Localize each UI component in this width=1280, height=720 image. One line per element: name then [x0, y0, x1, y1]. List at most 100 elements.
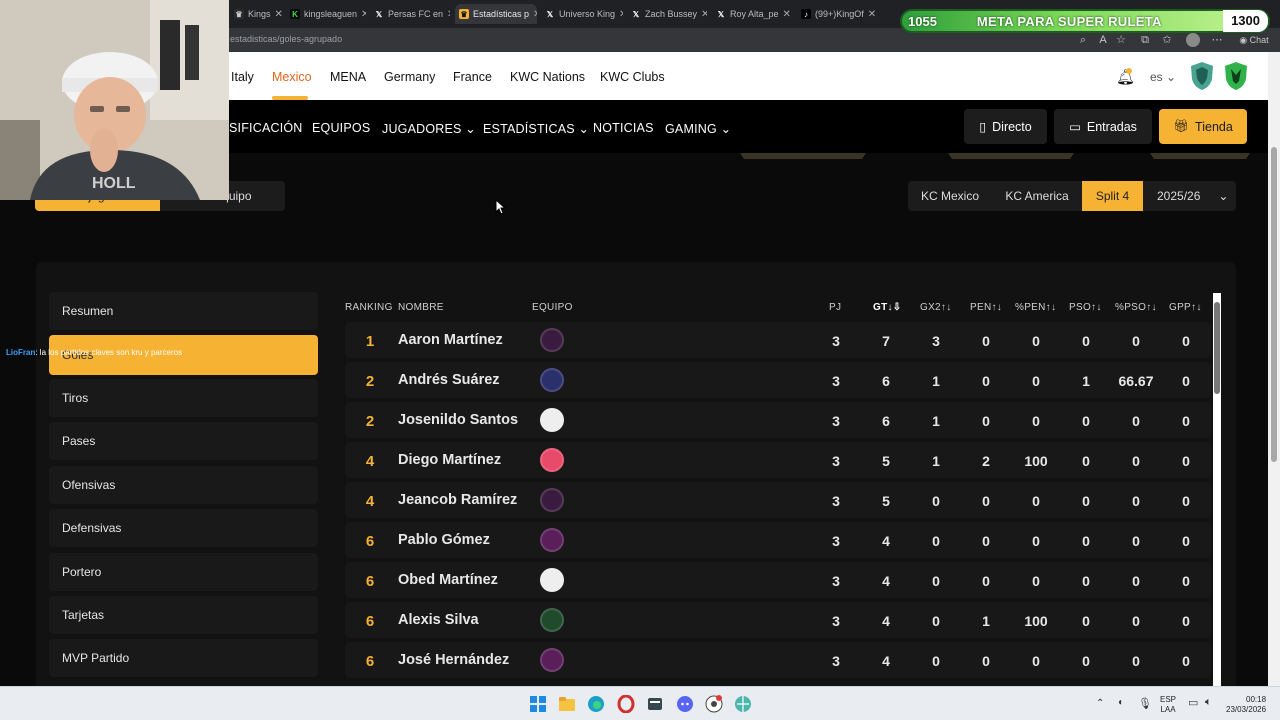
nav-mena[interactable]: MENA: [330, 70, 366, 84]
player-name[interactable]: Josenildo Santos: [398, 412, 518, 428]
profile-avatar[interactable]: [1186, 33, 1200, 47]
close-icon[interactable]: ✕: [697, 9, 707, 20]
player-name[interactable]: Andrés Suárez: [398, 372, 500, 388]
close-icon[interactable]: ✕: [779, 9, 791, 20]
app-icon[interactable]: [646, 695, 664, 713]
player-name[interactable]: José Hernández: [398, 652, 509, 668]
close-icon[interactable]: ✕: [443, 9, 450, 20]
browser-tab[interactable]: ♪ (99+)KingOf ✕: [797, 4, 877, 24]
sidebar-item-tarjetas[interactable]: Tarjetas: [49, 596, 318, 634]
sidebar-item-portero[interactable]: Portero: [49, 553, 318, 591]
extensions-icon[interactable]: ⧉: [1138, 33, 1152, 47]
discord-icon[interactable]: [676, 695, 694, 713]
player-name[interactable]: Jeancob Ramírez: [398, 492, 517, 508]
close-icon[interactable]: ✕: [271, 9, 282, 20]
table-row[interactable]: 6 Alexis Silva 3 4 0 1 100 0 0 0: [345, 602, 1211, 638]
nav-germany[interactable]: Germany: [384, 70, 435, 84]
network-app-icon[interactable]: [734, 695, 752, 713]
input-language[interactable]: ESP LAA: [1160, 695, 1176, 715]
zoom-icon[interactable]: ⌕: [1076, 33, 1090, 47]
obs-icon[interactable]: [705, 695, 723, 713]
close-icon[interactable]: ✕: [529, 9, 537, 20]
nav-clasificacion[interactable]: SIFICACIÓN: [229, 121, 303, 135]
filter-split[interactable]: Split 4: [1082, 181, 1143, 211]
team-crest-icon[interactable]: [540, 408, 564, 432]
browser-tab[interactable]: ♛ Kings ✕: [230, 4, 282, 24]
sidebar-item-ofensivas[interactable]: Ofensivas: [49, 466, 318, 504]
favorite-star-icon[interactable]: ☆: [1114, 33, 1128, 47]
filter-kc-america[interactable]: KC America: [992, 181, 1082, 211]
windows-start-icon[interactable]: [529, 695, 547, 713]
team-crest-icon[interactable]: [540, 448, 564, 472]
entradas-button[interactable]: ▭ Entradas: [1054, 109, 1152, 144]
file-explorer-icon[interactable]: [558, 695, 576, 713]
team-crest-icon[interactable]: [540, 648, 564, 672]
browser-tab[interactable]: 𝕏 Roy Alta_pe ✕: [712, 4, 792, 24]
sidebar-item-tiros[interactable]: Tiros: [49, 379, 318, 417]
header-ppso[interactable]: %PSO↑↓: [1115, 302, 1157, 313]
browser-tab[interactable]: 𝕏Universo King✕: [541, 4, 623, 24]
team-crest-icon[interactable]: [540, 368, 564, 392]
player-name[interactable]: Diego Martínez: [398, 452, 501, 468]
table-row[interactable]: 6 José Hernández 3 4 0 0 0 0 0 0: [345, 642, 1211, 678]
browser-tab[interactable]: Kkingsleaguen ✕: [286, 4, 366, 24]
sidebar-item-resumen[interactable]: Resumen: [49, 292, 318, 330]
opera-icon[interactable]: [617, 695, 635, 713]
table-row[interactable]: 2 Andrés Suárez 3 6 1 0 0 1 66.67 0: [345, 362, 1211, 398]
header-pso[interactable]: PSO↑↓: [1069, 302, 1102, 313]
url-text[interactable]: estadisticas/goles-agrupado: [230, 34, 342, 44]
sidebar-item-defensivas[interactable]: Defensivas: [49, 509, 318, 547]
close-icon[interactable]: ✕: [864, 9, 876, 20]
page-scrollbar[interactable]: [1268, 52, 1280, 686]
browser-tab[interactable]: 𝕏Persas FC en✕: [370, 4, 450, 24]
table-row[interactable]: 6 Pablo Gómez 3 4 0 0 0 0 0 0: [345, 522, 1211, 558]
edge-browser-icon[interactable]: [587, 695, 605, 713]
player-name[interactable]: Pablo Gómez: [398, 532, 490, 548]
nav-mexico[interactable]: Mexico: [272, 70, 312, 84]
sidebar-item-mvp-partido[interactable]: MVP Partido: [49, 639, 318, 677]
nav-italy[interactable]: Italy: [231, 70, 254, 84]
player-name[interactable]: Aaron Martínez: [398, 332, 503, 348]
table-row[interactable]: 2 Josenildo Santos 3 6 1 0 0 0 0 0: [345, 402, 1211, 438]
copilot-chat-button[interactable]: ◉ Chat: [1234, 33, 1274, 47]
microphone-icon[interactable]: 🎙︎: [1138, 697, 1152, 710]
header-gt[interactable]: GT↓⇩: [873, 302, 901, 313]
page-scrollbar-thumb[interactable]: [1271, 147, 1277, 462]
system-clock[interactable]: 00:18 23/03/2026: [1226, 695, 1266, 715]
directo-button[interactable]: ▯ Directo: [964, 109, 1047, 144]
header-ppen[interactable]: %PEN↑↓: [1015, 302, 1056, 313]
table-row[interactable]: 4 Jeancob Ramírez 3 5 0 0 0 0 0 0: [345, 482, 1211, 518]
table-row[interactable]: 4 Diego Martínez 3 5 1 2 100 0 0 0: [345, 442, 1211, 478]
nav-equipos[interactable]: EQUIPOS: [312, 121, 370, 135]
nav-estadisticas[interactable]: ESTADÍSTICAS ⌄: [483, 121, 589, 136]
tienda-button[interactable]: 🎁︎ Tienda: [1159, 109, 1247, 144]
tray-app-icon[interactable]: ◖: [1117, 697, 1123, 708]
read-aloud-icon[interactable]: A: [1096, 33, 1110, 47]
header-gx2[interactable]: GX2↑↓: [920, 302, 952, 313]
close-icon[interactable]: ✕: [615, 9, 623, 20]
filter-kc-mexico[interactable]: KC Mexico: [908, 181, 992, 211]
table-row[interactable]: 6 Obed Martínez 3 4 0 0 0 0 0 0: [345, 562, 1211, 598]
browser-tab[interactable]: 𝕏 Zach Bussey ✕: [627, 4, 707, 24]
season-select[interactable]: 2025/26 ⌄: [1143, 181, 1236, 211]
more-menu-icon[interactable]: ⋯: [1210, 33, 1224, 47]
close-icon[interactable]: ✕: [357, 9, 366, 20]
team-crest-icon[interactable]: [540, 528, 564, 552]
team-crest-icon[interactable]: [540, 488, 564, 512]
header-gpp[interactable]: GPP↑↓: [1169, 302, 1202, 313]
team-crest-icon[interactable]: [540, 568, 564, 592]
language-selector[interactable]: es ⌄: [1150, 70, 1176, 84]
favorites-icon[interactable]: ✩: [1160, 33, 1174, 47]
team-crest-icon[interactable]: [540, 328, 564, 352]
team-crest-icon[interactable]: [540, 608, 564, 632]
browser-tab-active[interactable]: ♛Estadísticas p✕: [455, 4, 537, 24]
nav-noticias[interactable]: NOTICIAS: [593, 121, 654, 135]
player-name[interactable]: Alexis Silva: [398, 612, 479, 628]
nav-gaming[interactable]: GAMING ⌄: [665, 121, 731, 136]
nav-kwc-nations[interactable]: KWC Nations: [510, 70, 585, 84]
chevron-up-icon[interactable]: ⌃: [1096, 698, 1104, 709]
player-name[interactable]: Obed Martínez: [398, 572, 498, 588]
speaker-icon[interactable]: 🔈︎: [1205, 696, 1212, 709]
team-shield-icon[interactable]: [1224, 61, 1248, 91]
table-scrollbar-thumb[interactable]: [1214, 302, 1220, 394]
